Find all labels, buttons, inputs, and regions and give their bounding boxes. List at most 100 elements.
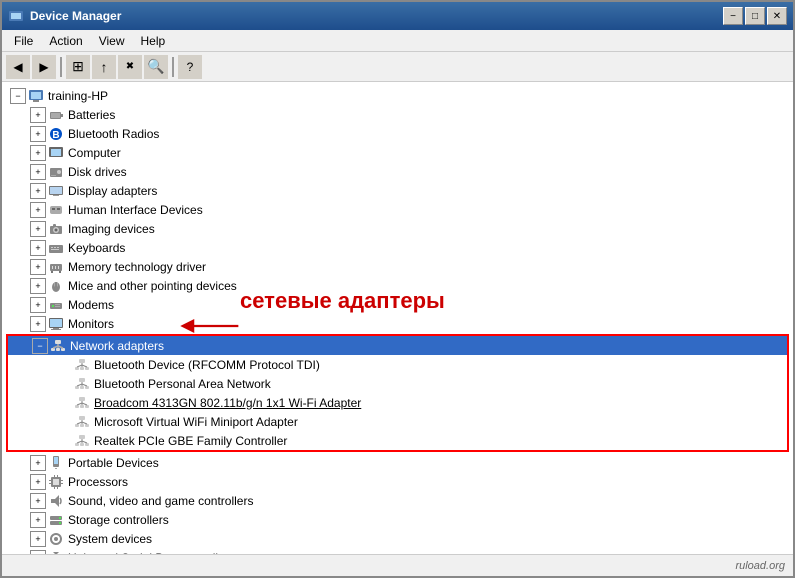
- tree-network-adapters[interactable]: − Network ada: [8, 336, 787, 355]
- bluetooth-rfcomm-icon: [74, 357, 90, 373]
- expand-computer[interactable]: +: [30, 145, 46, 161]
- menu-view[interactable]: View: [91, 32, 133, 50]
- modems-label: Modems: [68, 298, 114, 312]
- expand-network[interactable]: −: [32, 338, 48, 354]
- help-button[interactable]: ?: [178, 55, 202, 79]
- update-button[interactable]: ↑: [92, 55, 116, 79]
- tree-display-adapters[interactable]: + Display adapters: [6, 181, 789, 200]
- menu-action[interactable]: Action: [41, 32, 90, 50]
- expand-placeholder-5: [56, 433, 72, 449]
- realtek-label: Realtek PCIe GBE Family Controller: [94, 434, 287, 448]
- imaging-icon: [48, 221, 64, 237]
- bluetooth-rfcomm-label: Bluetooth Device (RFCOMM Protocol TDI): [94, 358, 320, 372]
- expand-placeholder-2: [56, 376, 72, 392]
- storage-label: Storage controllers: [68, 513, 169, 527]
- menu-help[interactable]: Help: [133, 32, 174, 50]
- scan-button[interactable]: 🔍: [144, 55, 168, 79]
- tree-batteries[interactable]: + Batteries: [6, 105, 789, 124]
- sound-label: Sound, video and game controllers: [68, 494, 253, 508]
- expand-memory[interactable]: +: [30, 259, 46, 275]
- expand-monitors[interactable]: +: [30, 316, 46, 332]
- properties-button[interactable]: ⊞: [66, 55, 90, 79]
- tree-memory[interactable]: + Memory technology driver: [6, 257, 789, 276]
- bluetooth-radios-label: Bluetooth Radios: [68, 127, 159, 141]
- expand-keyboards[interactable]: +: [30, 240, 46, 256]
- expand-system[interactable]: +: [30, 531, 46, 547]
- tree-storage[interactable]: + Storage controllers: [6, 510, 789, 529]
- tree-bluetooth-radios[interactable]: + B Bluetooth Radios: [6, 124, 789, 143]
- expand-disk-drives[interactable]: +: [30, 164, 46, 180]
- expand-sound[interactable]: +: [30, 493, 46, 509]
- menu-file[interactable]: File: [6, 32, 41, 50]
- batteries-label: Batteries: [68, 108, 115, 122]
- main-content[interactable]: − training-HP +: [2, 82, 793, 554]
- tree-broadcom[interactable]: Broadcom 4313GN 802.11b/g/n 1x1 Wi-Fi Ad…: [8, 393, 787, 412]
- window-icon: [8, 8, 24, 24]
- tree-system[interactable]: + System devices: [6, 529, 789, 548]
- forward-button[interactable]: ▶: [32, 55, 56, 79]
- tree-computer[interactable]: + Computer: [6, 143, 789, 162]
- expand-storage[interactable]: +: [30, 512, 46, 528]
- tree-bluetooth-pan[interactable]: Bluetooth Personal Area Network: [8, 374, 787, 393]
- expand-placeholder-1: [56, 357, 72, 373]
- expand-portable[interactable]: +: [30, 455, 46, 471]
- batteries-icon: [48, 107, 64, 123]
- display-adapters-label: Display adapters: [68, 184, 157, 198]
- tree-sound[interactable]: + Sound, video and game controllers: [6, 491, 789, 510]
- window-controls: − □ ✕: [723, 7, 787, 25]
- display-icon: [48, 183, 64, 199]
- mice-label: Mice and other pointing devices: [68, 279, 237, 293]
- broadcom-icon: [74, 395, 90, 411]
- expand-bluetooth-radios[interactable]: +: [30, 126, 46, 142]
- tree-processors[interactable]: +: [6, 472, 789, 491]
- root-label: training-HP: [48, 89, 108, 103]
- expand-processors[interactable]: +: [30, 474, 46, 490]
- svg-text:B: B: [52, 130, 59, 141]
- window-title: Device Manager: [30, 9, 121, 23]
- hid-label: Human Interface Devices: [68, 203, 203, 217]
- minimize-button[interactable]: −: [723, 7, 743, 25]
- system-label: System devices: [68, 532, 152, 546]
- expand-modems[interactable]: +: [30, 297, 46, 313]
- keyboards-label: Keyboards: [68, 241, 125, 255]
- microsoft-wifi-label: Microsoft Virtual WiFi Miniport Adapter: [94, 415, 298, 429]
- tree-realtek[interactable]: Realtek PCIe GBE Family Controller: [8, 431, 787, 450]
- expand-hid[interactable]: +: [30, 202, 46, 218]
- tree-imaging[interactable]: + Imaging devices: [6, 219, 789, 238]
- expand-placeholder-3: [56, 395, 72, 411]
- expand-display-adapters[interactable]: +: [30, 183, 46, 199]
- tree-portable[interactable]: + Portable Devices: [6, 453, 789, 472]
- network-adapters-label: Network adapters: [70, 339, 164, 353]
- tree-mice[interactable]: + Mice and other pointing devices: [6, 276, 789, 295]
- maximize-button[interactable]: □: [745, 7, 765, 25]
- tree-microsoft-wifi[interactable]: Microsoft Virtual WiFi Miniport Adapter: [8, 412, 787, 431]
- portable-icon: [48, 455, 64, 471]
- tree-disk-drives[interactable]: + Disk drives: [6, 162, 789, 181]
- expand-root[interactable]: −: [10, 88, 26, 104]
- modems-icon: [48, 297, 64, 313]
- expand-imaging[interactable]: +: [30, 221, 46, 237]
- mice-icon: [48, 278, 64, 294]
- network-icon: [50, 338, 66, 354]
- expand-mice[interactable]: +: [30, 278, 46, 294]
- back-button[interactable]: ◀: [6, 55, 30, 79]
- expand-batteries[interactable]: +: [30, 107, 46, 123]
- tree-bluetooth-rfcomm[interactable]: Bluetooth Device (RFCOMM Protocol TDI): [8, 355, 787, 374]
- storage-icon: [48, 512, 64, 528]
- system-icon: [48, 531, 64, 547]
- tree-keyboards[interactable]: + Keyboards: [6, 238, 789, 257]
- disk-icon: [48, 164, 64, 180]
- tree-monitors[interactable]: + Monitors: [6, 314, 789, 333]
- uninstall-button[interactable]: ✖: [118, 55, 142, 79]
- toolbar-separator-1: [60, 57, 62, 77]
- broadcom-label: Broadcom 4313GN 802.11b/g/n 1x1 Wi-Fi Ad…: [94, 396, 361, 410]
- imaging-label: Imaging devices: [68, 222, 155, 236]
- watermark: ruload.org: [735, 560, 785, 572]
- tree-modems[interactable]: + Modems: [6, 295, 789, 314]
- device-tree: − training-HP +: [6, 86, 789, 554]
- close-button[interactable]: ✕: [767, 7, 787, 25]
- tree-hid[interactable]: + Human Interface Devices: [6, 200, 789, 219]
- computer-icon: [28, 88, 44, 104]
- tree-root[interactable]: − training-HP: [6, 86, 789, 105]
- realtek-icon: [74, 433, 90, 449]
